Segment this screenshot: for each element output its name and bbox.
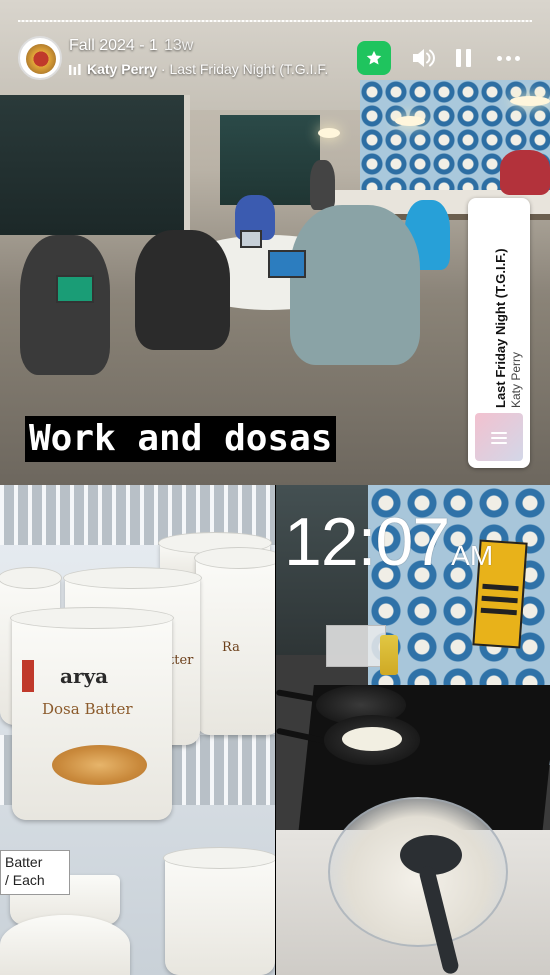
frying-pan <box>324 715 420 765</box>
avatar[interactable] <box>18 36 62 80</box>
fridge-photo: Ra tter arya Dosa Batter Batter / Each <box>0 485 275 975</box>
speaker-icon <box>413 49 436 67</box>
album-art <box>475 413 523 461</box>
story-header: Fall 2024 - 1 13w Katy Perry · Last Frida… <box>0 28 550 88</box>
caption-text: Work and dosas <box>25 416 337 462</box>
more-options-button[interactable] <box>491 43 525 73</box>
tub-label: Ra <box>222 640 240 655</box>
kitchen-photo: 12:07AM <box>276 485 550 975</box>
more-icon <box>496 55 502 61</box>
story-time-ago: 13w <box>163 37 194 54</box>
batter-tub: Ra <box>194 547 275 735</box>
price-tag: Batter / Each <box>0 850 70 895</box>
music-song: Last Friday Night (T.G.I.F. <box>169 61 329 77</box>
dosa-batter-tub: arya Dosa Batter <box>10 607 174 820</box>
brand-name: arya <box>60 664 109 688</box>
music-bars-icon <box>69 64 81 75</box>
music-sticker-artist: Katy Perry <box>509 351 523 408</box>
product-name: Dosa Batter <box>42 700 133 718</box>
tub-label: tter <box>169 653 194 668</box>
story-viewer[interactable]: Work and dosas Last Friday Night (T.G.I.… <box>0 0 550 975</box>
music-separator: · <box>157 61 170 77</box>
music-artist: Katy Perry <box>87 61 158 77</box>
sound-button[interactable] <box>408 43 438 73</box>
music-sticker-title: Last Friday Night (T.G.I.F.) <box>493 248 508 408</box>
story-progress-bar <box>18 20 532 22</box>
pause-button[interactable] <box>448 43 478 73</box>
clock-sticker: 12:07AM <box>284 503 493 581</box>
clock-time: 12:07 <box>284 504 450 580</box>
clock-ampm: AM <box>451 540 494 571</box>
pause-icon <box>455 49 461 67</box>
close-friends-star-button[interactable] <box>357 41 391 75</box>
menu-lines-icon <box>491 429 507 445</box>
star-icon <box>366 50 382 65</box>
story-title[interactable]: Fall 2024 - 1 <box>69 37 158 54</box>
dosa-illustration <box>52 745 147 785</box>
music-sticker[interactable]: Last Friday Night (T.G.I.F.) Katy Perry <box>468 198 530 468</box>
music-attribution[interactable]: Katy Perry · Last Friday Night (T.G.I.F. <box>69 61 328 77</box>
